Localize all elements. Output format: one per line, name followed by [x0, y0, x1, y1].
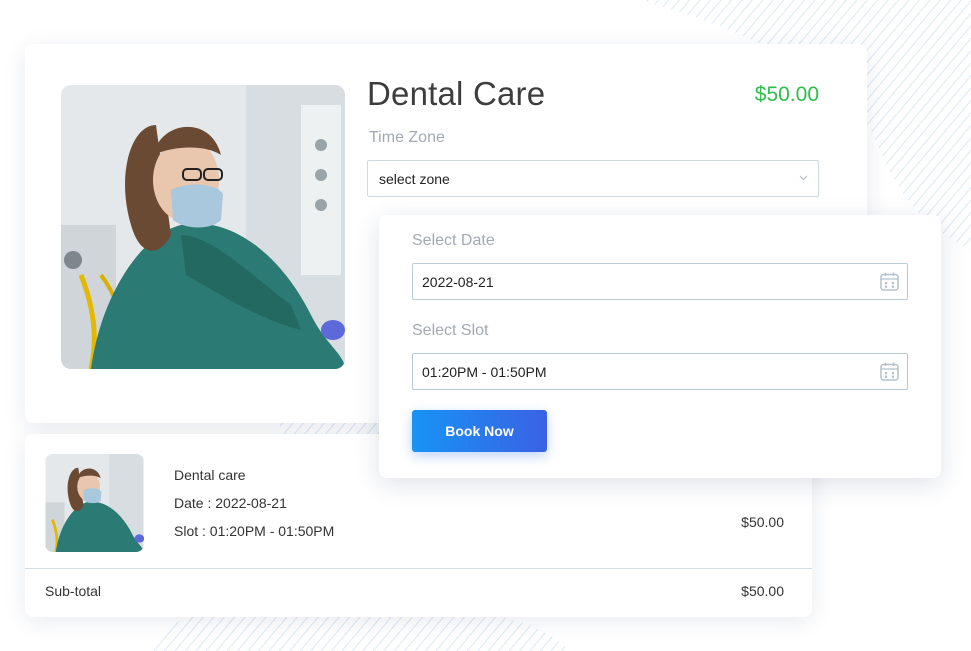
service-price: $50.00	[754, 83, 819, 106]
cart-divider	[25, 568, 812, 569]
timezone-label: Time Zone	[369, 129, 445, 146]
cart-item-slot: Slot : 01:20PM - 01:50PM	[174, 523, 335, 539]
chevron-down-icon	[799, 175, 808, 181]
slot-label: Select Slot	[412, 322, 489, 339]
subtotal-label: Sub-total	[45, 583, 102, 599]
service-photo	[61, 85, 345, 369]
service-title: Dental Care	[367, 75, 546, 112]
timezone-select-value: select zone	[379, 170, 450, 187]
calendar-icon[interactable]	[879, 361, 900, 382]
timezone-select[interactable]: select zone	[367, 160, 819, 197]
cart-item-price: $50.00	[741, 514, 784, 530]
dental-nurse-photo-icon	[61, 85, 345, 369]
slot-input-value: 01:20PM - 01:50PM	[422, 363, 547, 380]
slot-input[interactable]: 01:20PM - 01:50PM	[412, 353, 908, 390]
dental-nurse-thumbnail-icon	[45, 454, 144, 552]
booking-card: Select Date 2022-08-21 Select Slot 01:20…	[379, 215, 941, 478]
cart-item-thumbnail	[45, 454, 144, 552]
date-label: Select Date	[412, 232, 495, 249]
date-input-value: 2022-08-21	[422, 273, 494, 290]
cart-item-name: Dental care	[174, 467, 246, 483]
calendar-icon[interactable]	[879, 271, 900, 292]
cart-item-date: Date : 2022-08-21	[174, 495, 287, 511]
subtotal-value: $50.00	[741, 583, 784, 599]
date-input[interactable]: 2022-08-21	[412, 263, 908, 300]
book-now-button[interactable]: Book Now	[412, 410, 547, 452]
